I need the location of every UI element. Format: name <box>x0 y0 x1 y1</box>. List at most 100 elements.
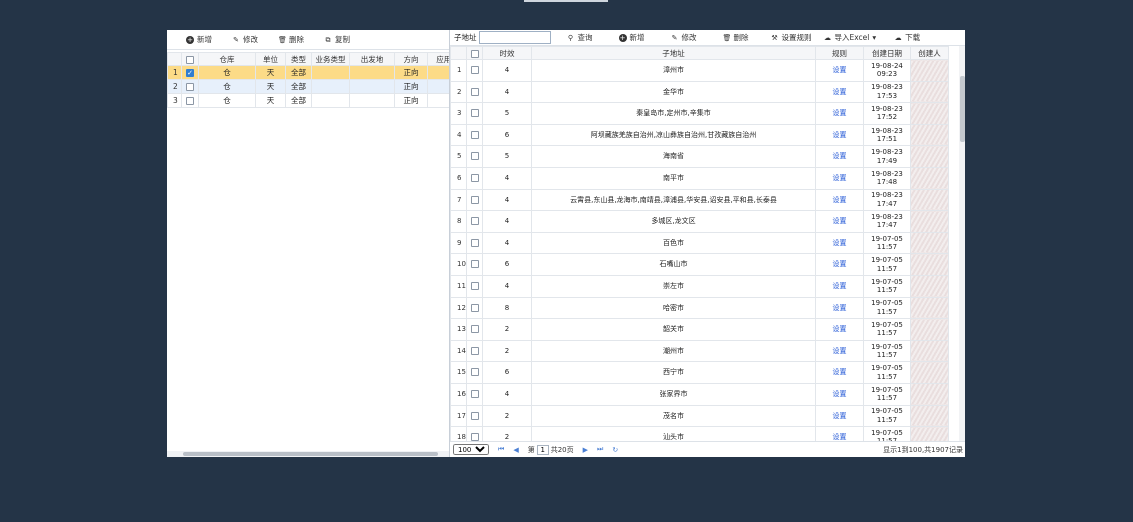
row-checkbox[interactable] <box>466 361 483 384</box>
checkbox[interactable] <box>470 260 479 269</box>
import-excel-button[interactable]: ☁ 导入Excel ▾ <box>824 32 876 43</box>
checkbox[interactable] <box>470 217 479 226</box>
download-button[interactable]: ☁ 下载 <box>894 32 921 43</box>
col-domain[interactable]: 应用域 <box>427 52 449 66</box>
checkbox[interactable] <box>470 389 479 398</box>
address-row[interactable]: 7 4 云霄县,东山县,龙海市,南靖县,漳浦县,华安县,诏安县,平和县,长泰县 设置 1… <box>450 188 949 212</box>
col-origin[interactable]: 出发地 <box>349 52 395 66</box>
row-checkbox[interactable] <box>181 79 199 94</box>
address-row[interactable]: 18 2汕头市设置19-07-0511:57 <box>450 426 949 441</box>
row-checkbox[interactable] <box>466 253 483 276</box>
address-row[interactable]: 12 8 哈密市 设置 19-07-05 11:57 <box>450 296 949 320</box>
address-row[interactable]: 13 2 韶关市 设置 19-07-05 11:57 <box>450 318 949 341</box>
warehouse-row[interactable]: 1 ✓ 仓天全部 正向 <box>167 65 449 80</box>
row-checkbox[interactable] <box>466 59 483 82</box>
set-rule-link[interactable]: 设置 <box>815 145 864 168</box>
set-rule-link[interactable]: 设置 <box>815 59 864 82</box>
address-row[interactable]: 3 5 秦皇岛市,定州市,辛集市 设置 19-08-23 17:52 <box>450 102 949 125</box>
copy-button[interactable]: ⧉ 复制 <box>324 34 351 45</box>
edit-button[interactable]: ✎ 修改 <box>232 34 258 45</box>
refresh-icon[interactable]: ↻ <box>612 446 618 454</box>
address-row[interactable]: 8 4 多城区,龙文区 设置 19-08-23 17:47 <box>450 210 949 233</box>
set-rule-link[interactable]: 设置 <box>815 361 864 384</box>
set-rule-link[interactable]: 设置 <box>815 382 864 406</box>
address-row[interactable]: 9 4 百色市 设置 19-07-05 11:57 <box>450 231 949 255</box>
set-rule-link[interactable]: 设置 <box>815 274 864 298</box>
set-rule-link[interactable]: 设置 <box>815 339 864 363</box>
row-checkbox[interactable] <box>466 80 483 104</box>
warehouse-row[interactable]: 3 仓天全部 正向 <box>167 93 449 108</box>
row-checkbox[interactable] <box>466 296 483 320</box>
col-unit[interactable]: 单位 <box>255 52 286 66</box>
row-checkbox[interactable] <box>466 274 483 298</box>
checkbox[interactable] <box>470 346 479 355</box>
checkbox[interactable] <box>470 109 479 118</box>
address-row[interactable]: 10 6 石嘴山市 设置 19-07-05 11:57 <box>450 253 949 276</box>
query-button[interactable]: ⚲ 查询 <box>567 32 593 43</box>
row-checkbox[interactable] <box>466 145 483 168</box>
next-page-icon[interactable]: ▶ <box>583 446 588 454</box>
row-checkbox[interactable] <box>466 382 483 406</box>
col-type[interactable]: 类型 <box>285 52 312 66</box>
checkbox[interactable] <box>470 195 479 204</box>
checkbox[interactable] <box>470 174 479 183</box>
set-rule-link[interactable]: 设置 <box>815 210 864 233</box>
set-rule-button[interactable]: ⚒ 设置规则 <box>771 32 811 43</box>
add-button[interactable]: + 新增 <box>186 34 212 45</box>
checkbox[interactable] <box>470 281 479 290</box>
page-size-select[interactable]: 100 <box>453 444 489 455</box>
checkbox[interactable] <box>470 152 479 161</box>
row-checkbox[interactable] <box>466 166 483 190</box>
row-checkbox[interactable] <box>466 231 483 255</box>
checkbox[interactable] <box>186 83 194 91</box>
sub-address-search-input[interactable] <box>478 31 551 44</box>
checkbox[interactable] <box>470 49 479 58</box>
row-checkbox[interactable] <box>466 123 483 147</box>
first-page-icon[interactable]: ⏮ <box>498 445 504 454</box>
address-row[interactable]: 2 4 金华市 设置 19-08-23 17:53 <box>450 80 949 104</box>
checkbox[interactable] <box>186 55 194 64</box>
checkbox[interactable] <box>470 66 479 75</box>
address-row[interactable]: 1 4 漳州市 设置 19-08-24 09:23 <box>450 59 949 82</box>
row-checkbox[interactable] <box>466 210 483 233</box>
set-rule-link[interactable]: 设置 <box>815 123 864 147</box>
row-checkbox[interactable]: ✓ <box>181 65 199 80</box>
row-checkbox[interactable] <box>466 339 483 363</box>
checkbox[interactable] <box>470 411 479 420</box>
col-warehouse[interactable]: 仓库 <box>198 52 256 66</box>
page-number-input[interactable] <box>536 444 549 455</box>
set-rule-link[interactable]: 设置 <box>815 102 864 125</box>
col-direction[interactable]: 方向 <box>394 52 428 66</box>
row-checkbox[interactable] <box>466 404 483 428</box>
col-sub-address[interactable]: 子地址 <box>531 46 816 60</box>
checkbox[interactable] <box>470 130 479 139</box>
col-business-type[interactable]: 业务类型 <box>311 52 350 66</box>
set-rule-link[interactable]: 设置 <box>815 253 864 276</box>
prev-page-icon[interactable]: ◀ <box>513 446 518 454</box>
last-page-icon[interactable]: ⏭ <box>597 445 603 454</box>
set-rule-link[interactable]: 设置 <box>815 404 864 428</box>
address-row[interactable]: 11 4 崇左市 设置 19-07-05 11:57 <box>450 274 949 298</box>
col-creator[interactable]: 创建人 <box>910 46 949 60</box>
col-created-date[interactable]: 创建日期 <box>863 46 911 60</box>
vertical-scroll-thumb[interactable] <box>960 76 965 142</box>
set-rule-link[interactable]: 设置 <box>815 231 864 255</box>
checkbox[interactable] <box>186 97 194 105</box>
set-rule-link[interactable]: 设置 <box>815 296 864 320</box>
address-row[interactable]: 17 2 茂名市 设置 19-07-05 11:57 <box>450 404 949 428</box>
row-checkbox[interactable] <box>466 426 483 441</box>
checkbox[interactable] <box>470 325 479 334</box>
checkbox[interactable]: ✓ <box>186 69 194 77</box>
row-checkbox[interactable] <box>466 188 483 212</box>
address-row[interactable]: 6 4 南平市 设置 19-08-23 17:48 <box>450 166 949 190</box>
row-checkbox[interactable] <box>466 318 483 341</box>
select-all-checkbox[interactable] <box>466 46 483 60</box>
delete-address-button[interactable]: 🗑 删除 <box>723 32 749 43</box>
checkbox[interactable] <box>470 368 479 377</box>
col-time-limit[interactable]: 时效 <box>482 46 532 60</box>
add-address-button[interactable]: + 新增 <box>618 32 645 43</box>
address-row[interactable]: 5 5 海南省 设置 19-08-23 17:49 <box>450 145 949 168</box>
select-all-checkbox[interactable] <box>181 52 199 66</box>
address-row[interactable]: 14 2 潮州市 设置 19-07-05 11:57 <box>450 339 949 363</box>
set-rule-link[interactable]: 设置 <box>815 318 864 341</box>
